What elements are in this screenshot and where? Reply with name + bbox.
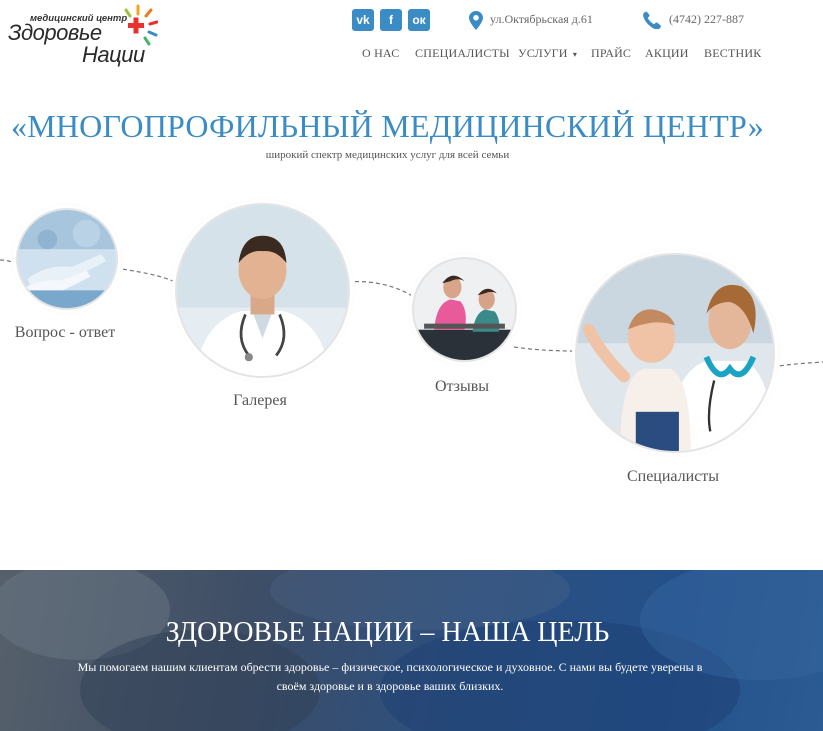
faq-label[interactable]: Вопрос - ответ bbox=[0, 324, 130, 342]
chevron-down-icon: ▾ bbox=[572, 50, 578, 59]
gallery-image[interactable] bbox=[175, 203, 350, 378]
fitness-women-photo bbox=[414, 259, 515, 360]
reviews-label[interactable]: Отзывы bbox=[397, 378, 527, 396]
page-title: «МНОГОПРОФИЛЬНЫЙ МЕДИЦИНСКИЙ ЦЕНТР» bbox=[11, 108, 764, 144]
specialists-image[interactable] bbox=[575, 253, 775, 453]
nav-services-label: УСЛУГИ bbox=[518, 46, 568, 60]
phone-icon bbox=[643, 11, 661, 29]
doctor-portrait-photo bbox=[177, 205, 348, 376]
address-text: ул.Октябрьская д.61 bbox=[490, 12, 593, 26]
nav-about[interactable]: О НАС bbox=[362, 46, 399, 61]
nurse-with-baby-photo bbox=[577, 255, 773, 451]
faq-image[interactable] bbox=[16, 208, 118, 310]
facebook-icon[interactable]: f bbox=[380, 9, 402, 31]
mission-banner bbox=[0, 570, 823, 731]
banner-background-photo bbox=[0, 570, 823, 731]
nav-bulletin[interactable]: ВЕСТНИК bbox=[704, 46, 761, 61]
odnoklassniki-icon[interactable]: ок bbox=[408, 9, 430, 31]
gallery-label[interactable]: Галерея bbox=[195, 392, 325, 410]
map-pin-icon bbox=[469, 11, 483, 30]
page-subtitle: широкий спектр медицинских услуг для все… bbox=[265, 149, 510, 161]
banner-text: Мы помогаем нашим клиентам обрести здоро… bbox=[77, 660, 703, 693]
nav-promotions[interactable]: АКЦИИ bbox=[645, 46, 689, 61]
site-logo[interactable]: медицинский центр Здоровье Нации bbox=[8, 4, 158, 67]
gloved-hands-photo bbox=[18, 210, 116, 308]
nav-specialists[interactable]: СПЕЦИАЛИСТЫ bbox=[415, 46, 510, 61]
phone-link[interactable]: (4742) 227-887 bbox=[669, 12, 744, 27]
nav-prices[interactable]: ПРАЙС bbox=[591, 46, 631, 61]
vk-icon[interactable]: vk bbox=[352, 9, 374, 31]
nav-services[interactable]: УСЛУГИ ▾ bbox=[518, 46, 577, 61]
reviews-image[interactable] bbox=[412, 257, 517, 362]
specialists-label[interactable]: Специалисты bbox=[608, 468, 738, 486]
logo-name-line2: Нации bbox=[82, 42, 145, 67]
banner-title: ЗДОРОВЬЕ НАЦИИ – НАША ЦЕЛЬ bbox=[165, 617, 610, 648]
